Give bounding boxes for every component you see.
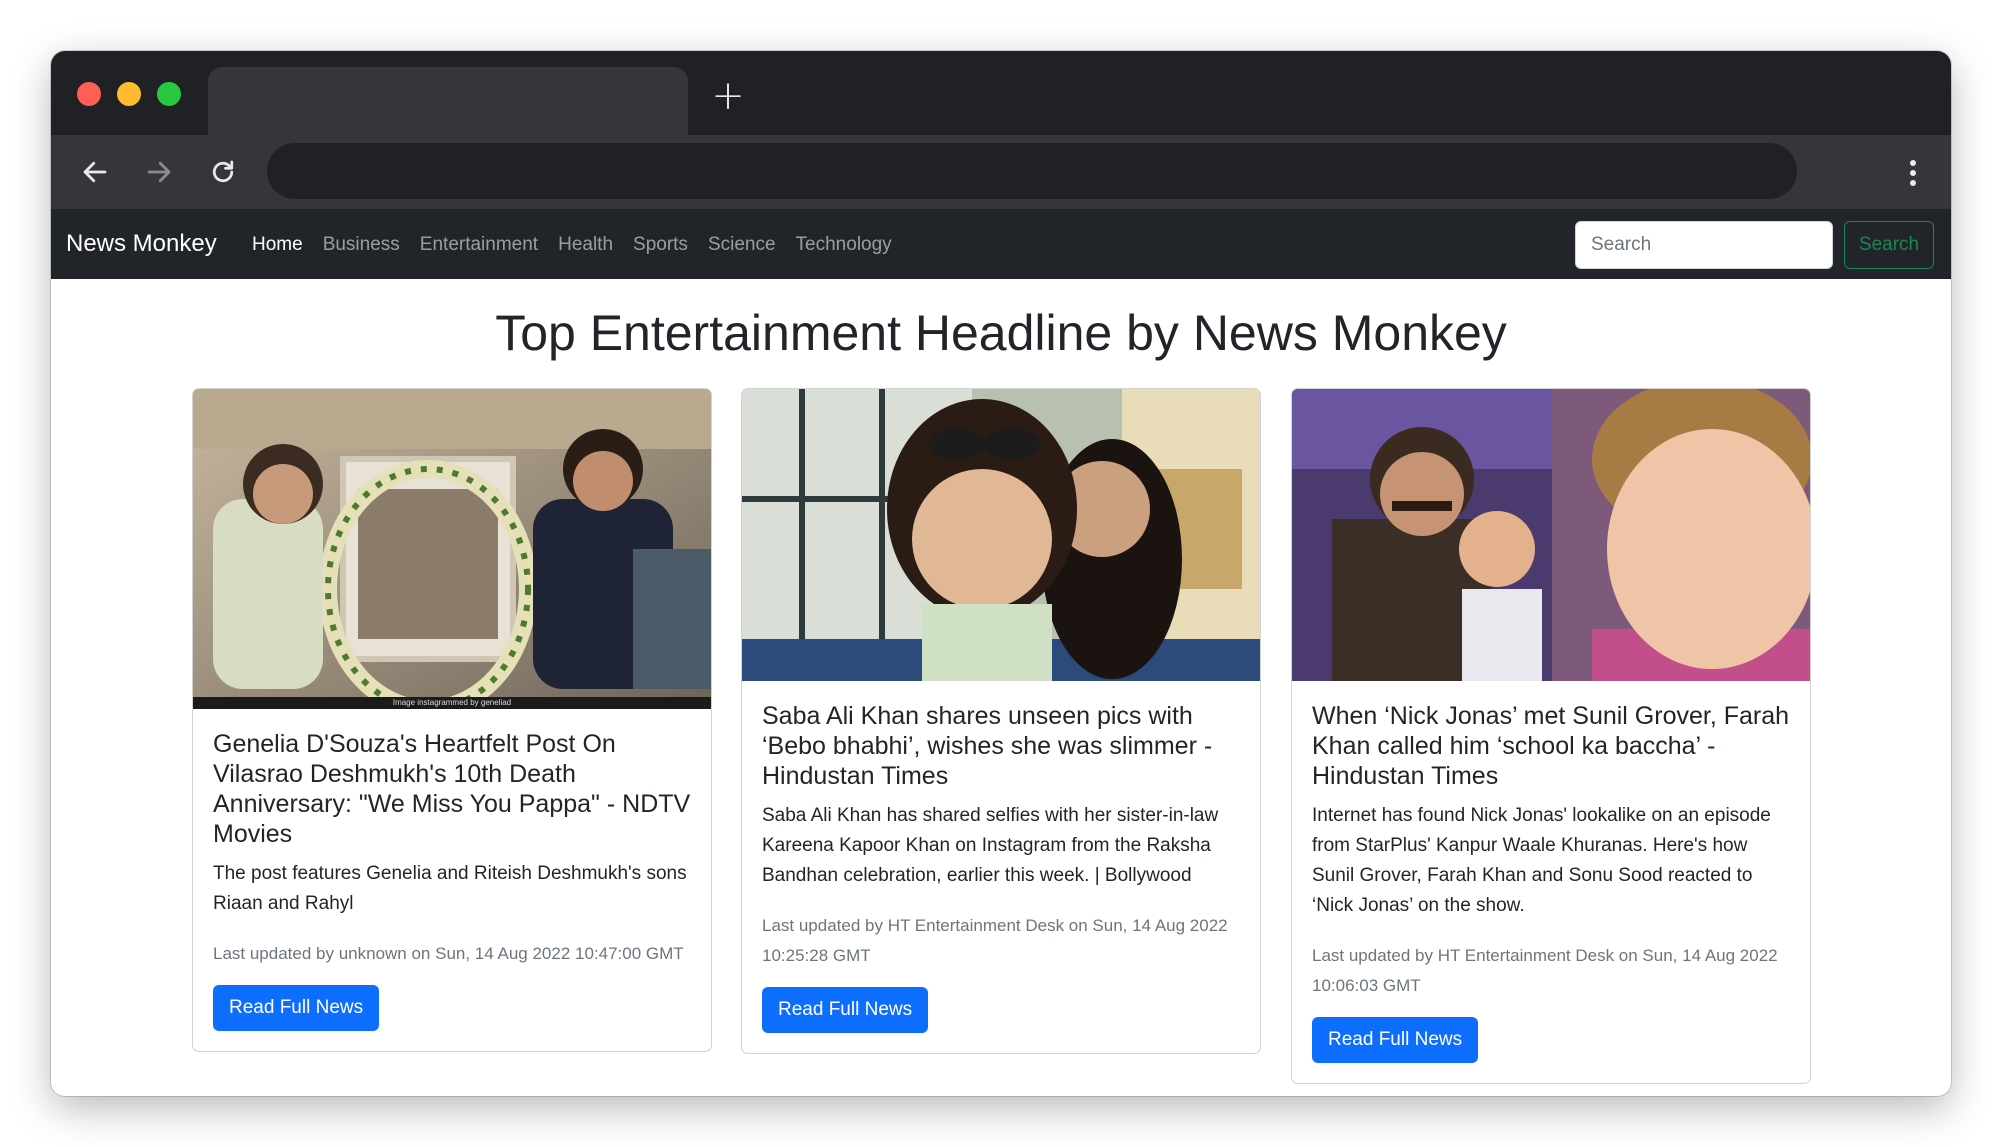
nav-link-health[interactable]: Health (558, 232, 613, 258)
read-full-news-button[interactable]: Read Full News (213, 985, 380, 1031)
news-meta: Last updated by unknown on Sun, 14 Aug 2… (213, 944, 684, 963)
back-button[interactable] (75, 152, 115, 192)
arrow-right-icon (147, 161, 171, 183)
news-description: Saba Ali Khan has shared selfies with he… (762, 805, 1219, 886)
news-card: When ‘Nick Jonas’ met Sunil Grover, Fara… (1291, 388, 1811, 1084)
search-button[interactable]: Search (1844, 221, 1934, 269)
nav-link-science[interactable]: Science (708, 232, 776, 258)
browser-toolbar (51, 135, 1951, 209)
reload-button[interactable] (203, 152, 243, 192)
news-meta: Last updated by HT Entertainment Desk on… (762, 916, 1228, 965)
nav-link-technology[interactable]: Technology (796, 232, 892, 258)
main-content: Top Entertainment Headline by News Monke… (51, 279, 1951, 1096)
nav-link-entertainment[interactable]: Entertainment (420, 232, 538, 258)
news-card: Image instagrammed by geneliad Genelia D… (192, 388, 712, 1052)
news-title: Genelia D'Souza's Heartfelt Post On Vila… (213, 730, 691, 848)
more-vertical-icon (1910, 160, 1916, 186)
minimize-window-button[interactable] (117, 82, 141, 106)
new-tab-button[interactable]: + (711, 76, 745, 116)
forward-button[interactable] (139, 152, 179, 192)
reload-icon (212, 160, 234, 183)
browser-tab-bar: + (51, 51, 1951, 135)
app-navbar: News Monkey Home Business Entertainment … (51, 209, 1951, 279)
news-image: Image instagrammed by geneliad (193, 389, 711, 709)
maximize-window-button[interactable] (157, 82, 181, 106)
news-title: Saba Ali Khan shares unseen pics with ‘B… (762, 702, 1213, 790)
brand-logo[interactable]: News Monkey (66, 228, 217, 260)
image-caption: Image instagrammed by geneliad (193, 697, 711, 709)
nav-link-business[interactable]: Business (323, 232, 400, 258)
news-meta: Last updated by HT Entertainment Desk on… (1312, 946, 1778, 995)
news-description: The post features Genelia and Riteish De… (213, 863, 687, 914)
news-image (742, 389, 1260, 681)
news-image (1292, 389, 1810, 681)
nav-link-home[interactable]: Home (252, 232, 303, 258)
browser-tab[interactable] (208, 67, 688, 135)
arrow-left-icon (83, 161, 107, 183)
nav-link-sports[interactable]: Sports (633, 232, 688, 258)
page-title: Top Entertainment Headline by News Monke… (495, 305, 1507, 361)
read-full-news-button[interactable]: Read Full News (762, 987, 929, 1033)
browser-menu-button[interactable] (1901, 153, 1925, 193)
search-input[interactable] (1575, 221, 1833, 269)
read-full-news-button[interactable]: Read Full News (1312, 1017, 1479, 1063)
browser-window: + News Monkey Home Business Entertainmen… (51, 51, 1951, 1096)
news-card: Saba Ali Khan shares unseen pics with ‘B… (741, 388, 1261, 1054)
nav-links: Home Business Entertainment Health Sport… (252, 232, 912, 258)
close-window-button[interactable] (77, 82, 101, 106)
news-description: Internet has found Nick Jonas' lookalike… (1312, 805, 1771, 916)
address-bar[interactable] (267, 143, 1797, 199)
news-title: When ‘Nick Jonas’ met Sunil Grover, Fara… (1312, 702, 1790, 790)
